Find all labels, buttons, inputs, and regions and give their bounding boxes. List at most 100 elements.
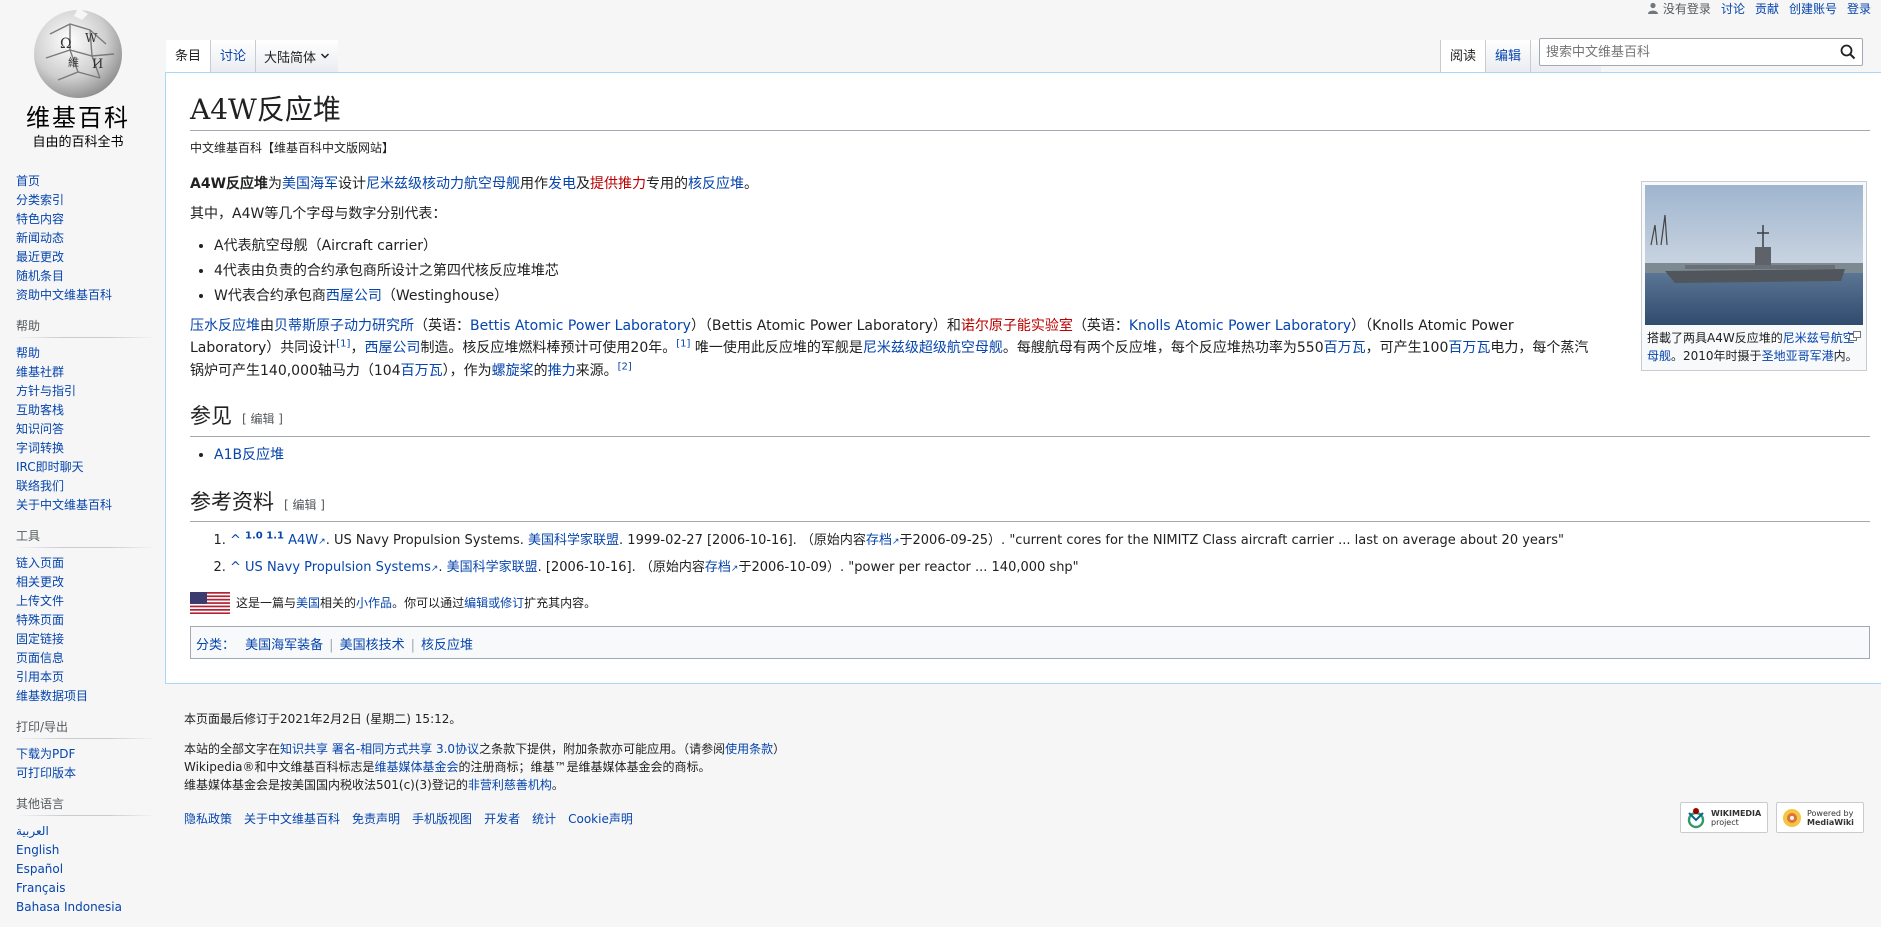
sidebar-item-help-link[interactable]: 联络我们	[16, 479, 64, 493]
variant-dropdown[interactable]: 大陆简体	[256, 40, 339, 72]
wikimedia-project-badge[interactable]: WIKIMEDIA project	[1680, 802, 1768, 833]
license-link[interactable]: 知识共享 署名-相同方式共享 3.0协议	[280, 742, 479, 756]
category-link[interactable]: 美国核技术	[340, 638, 405, 653]
sidebar-item-lang-link[interactable]: العربية	[16, 824, 49, 838]
sidebar-item-lang-link[interactable]: Bahasa Indonesia	[16, 900, 122, 914]
sidebar-item-tool-link[interactable]: 上传文件	[16, 594, 64, 608]
caption-link-san-diego[interactable]: 圣地亚哥军港	[1762, 349, 1834, 363]
sidebar-item-print-link[interactable]: 下载为PDF	[16, 747, 75, 761]
footer-place-link[interactable]: 手机版视图	[412, 810, 472, 828]
ref-fas-link[interactable]: 美国科学家联盟	[528, 533, 619, 548]
stub-link-edit[interactable]: 编辑或修订	[464, 594, 524, 613]
sidebar-item-tool-link[interactable]: 固定链接	[16, 632, 64, 646]
sidebar-item-help-link[interactable]: 互助客栈	[16, 403, 64, 417]
link-westinghouse-2[interactable]: 西屋公司	[364, 340, 420, 356]
link-knolls[interactable]: 诺尔原子能实验室	[961, 318, 1073, 334]
ref-fas-link[interactable]: 美国科学家联盟	[447, 560, 538, 575]
ref-link[interactable]: A4W	[288, 533, 318, 548]
edit-section-link[interactable]: [ 编辑 ]	[284, 498, 325, 512]
sidebar-item-lang-link[interactable]: English	[16, 843, 59, 857]
footer-place-link[interactable]: 免责声明	[352, 810, 400, 828]
sidebar-item-tool-link[interactable]: 引用本页	[16, 670, 64, 684]
ref-2[interactable]: [2]	[618, 361, 632, 372]
sidebar-item-tool-link[interactable]: 相关更改	[16, 575, 64, 589]
ref-1[interactable]: [1]	[336, 339, 350, 350]
sidebar-item-lang-link[interactable]: Français	[16, 881, 65, 895]
tab-edit[interactable]: 编辑	[1484, 40, 1530, 72]
sidebar-item-help-link[interactable]: 维基社群	[16, 365, 64, 379]
sidebar-item-print-0: 下载为PDF	[16, 745, 156, 764]
footer-place-link[interactable]: 关于中文维基百科	[244, 810, 340, 828]
link-nuclear-reactor[interactable]: 核反应堆	[688, 176, 744, 192]
link-nimitz-supercarrier[interactable]: 尼米兹级超级航空母舰	[863, 340, 1003, 356]
sidebar-item-help-link[interactable]: 知识问答	[16, 422, 64, 436]
sidebar-item-help-link[interactable]: 方针与指引	[16, 384, 76, 398]
sidebar-item-tool-link[interactable]: 页面信息	[16, 651, 64, 665]
stub-link-usa[interactable]: 美国	[296, 594, 320, 613]
sidebar-item-help-link[interactable]: IRC即时聊天	[16, 460, 84, 474]
footer-place-link[interactable]: Cookie声明	[568, 810, 633, 828]
powered-by-mediawiki-badge[interactable]: Powered by MediaWiki	[1776, 802, 1864, 833]
ref-1b[interactable]: [1]	[676, 339, 690, 350]
ref-backlink[interactable]: ^	[230, 533, 241, 548]
link-knolls-en[interactable]: Knolls Atomic Power Laboratory	[1129, 318, 1351, 334]
ref-backlink-numbers[interactable]: 1.0 1.1	[245, 531, 284, 542]
nonprofit-link[interactable]: 非营利慈善机构	[468, 778, 552, 792]
personal-contributions-link[interactable]: 贡献	[1755, 0, 1779, 17]
sidebar-item-nav-link[interactable]: 新闻动态	[16, 231, 64, 245]
link-megawatt-1[interactable]: 百万瓦	[1324, 340, 1366, 356]
sidebar-item-help-link[interactable]: 关于中文维基百科	[16, 498, 112, 512]
category-link[interactable]: 美国海军装备	[245, 638, 323, 653]
link-power-generation[interactable]: 发电	[548, 176, 576, 192]
sidebar-item-tool-link[interactable]: 维基数据项目	[16, 689, 88, 703]
sidebar-item-nav-link[interactable]: 最近更改	[16, 250, 64, 264]
link-westinghouse[interactable]: 西屋公司	[326, 288, 382, 304]
sidebar-item-nav-link[interactable]: 资助中文维基百科	[16, 288, 112, 302]
link-bettis-en[interactable]: Bettis Atomic Power Laboratory	[470, 318, 691, 334]
aircraft-carrier-image[interactable]	[1645, 185, 1863, 325]
terms-link[interactable]: 使用条款	[725, 742, 773, 756]
personal-talk-link[interactable]: 讨论	[1721, 0, 1745, 17]
stub-link-stub[interactable]: 小作品	[356, 594, 392, 613]
link-propeller[interactable]: 螺旋桨	[492, 363, 534, 379]
sidebar-item-tool-link[interactable]: 特殊页面	[16, 613, 64, 627]
link-megawatt-3[interactable]: 百万瓦	[401, 363, 443, 379]
link-a1b[interactable]: A1B反应堆	[214, 447, 284, 463]
link-nimitz-class[interactable]: 尼米兹级核动力航空母舰	[366, 176, 520, 192]
ref-link[interactable]: US Navy Propulsion Systems	[245, 560, 431, 575]
create-account-link[interactable]: 创建账号	[1789, 0, 1837, 17]
link-propulsion[interactable]: 提供推力	[590, 176, 646, 192]
footer-place-link[interactable]: 开发者	[484, 810, 520, 828]
login-link[interactable]: 登录	[1847, 0, 1871, 17]
tab-talk[interactable]: 讨论	[211, 40, 257, 72]
sidebar-item-help-link[interactable]: 帮助	[16, 346, 40, 360]
category-link[interactable]: 核反应堆	[421, 638, 473, 653]
link-pwr[interactable]: 压水反应堆	[190, 318, 260, 334]
link-thrust[interactable]: 推力	[548, 363, 576, 379]
search-input[interactable]	[1540, 39, 1830, 65]
sidebar-item-lang-link[interactable]: Español	[16, 862, 63, 876]
footer-place-link[interactable]: 统计	[532, 810, 556, 828]
tab-article[interactable]: 条目	[166, 40, 212, 72]
sidebar-item-print-link[interactable]: 可打印版本	[16, 766, 76, 780]
search-icon[interactable]	[1840, 44, 1856, 60]
edit-section-link[interactable]: [ 编辑 ]	[242, 412, 283, 426]
link-us-navy[interactable]: 美国海军	[282, 176, 338, 192]
sidebar-item-tool-link[interactable]: 链入页面	[16, 556, 64, 570]
wikipedia-logo[interactable]: Ω W И 維 维基百科 自由的百科全书	[18, 4, 138, 150]
footer-place-link[interactable]: 隐私政策	[184, 810, 232, 828]
sidebar-item-help-link[interactable]: 字词转换	[16, 441, 64, 455]
categories-label[interactable]: 分类：	[196, 638, 235, 653]
link-megawatt-2[interactable]: 百万瓦	[1448, 340, 1490, 356]
link-bettis[interactable]: 贝蒂斯原子动力研究所	[274, 318, 414, 334]
sidebar-item-nav-link[interactable]: 首页	[16, 174, 40, 188]
ref-archive-link[interactable]: 存档	[705, 560, 731, 575]
ref-archive-link[interactable]: 存档	[866, 533, 892, 548]
tab-read[interactable]: 阅读	[1439, 40, 1485, 72]
ref-backlink[interactable]: ^	[230, 560, 241, 575]
sidebar-item-nav-link[interactable]: 特色内容	[16, 212, 64, 226]
sidebar-item-nav-link[interactable]: 随机条目	[16, 269, 64, 283]
magnify-icon[interactable]	[1849, 331, 1861, 341]
wmf-link[interactable]: 维基媒体基金会	[375, 760, 459, 774]
sidebar-item-nav-link[interactable]: 分类索引	[16, 193, 64, 207]
